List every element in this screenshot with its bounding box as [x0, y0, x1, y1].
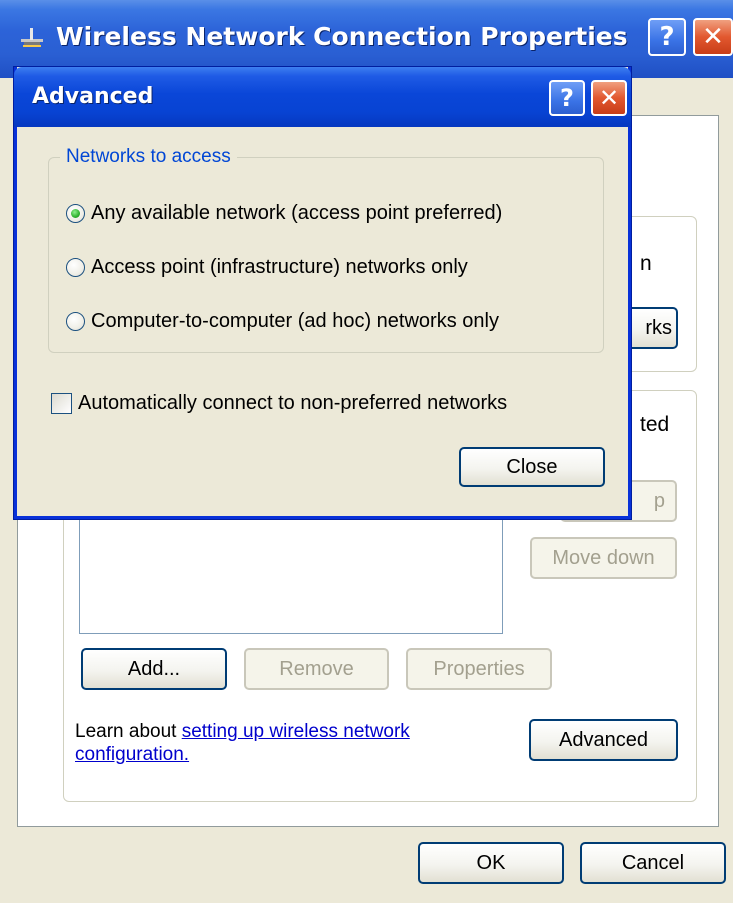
radio-label[interactable]: Access point (infrastructure) networks o… — [91, 256, 468, 279]
advanced-dialog: Advanced ? ✕ Networks to access Any avai… — [14, 67, 631, 519]
auto-connect-label[interactable]: Automatically connect to non-preferred n… — [78, 392, 507, 415]
cancel-button[interactable]: Cancel — [580, 842, 726, 884]
move-down-button[interactable]: Move down — [530, 537, 677, 579]
radio-button[interactable] — [66, 311, 85, 331]
radio-access-point-only[interactable]: Access point (infrastructure) networks o… — [66, 254, 468, 280]
help-button[interactable]: ? — [648, 18, 686, 56]
close-button[interactable]: ✕ — [693, 18, 733, 56]
advanced-button[interactable]: Advanced — [529, 719, 678, 761]
dialog-title-bar[interactable]: Advanced ? ✕ — [14, 67, 631, 127]
auto-connect-option[interactable]: Automatically connect to non-preferred n… — [51, 392, 507, 415]
radio-button-checked[interactable] — [66, 203, 85, 223]
help-button[interactable]: ? — [549, 80, 585, 116]
window-title: Wireless Network Connection Properties — [56, 22, 628, 51]
partial-text: ted — [640, 413, 670, 436]
radio-button[interactable] — [66, 257, 85, 277]
close-dialog-button[interactable]: Close — [459, 447, 605, 487]
radio-ad-hoc-only[interactable]: Computer-to-computer (ad hoc) networks o… — [66, 308, 499, 334]
group-title: Networks to access — [60, 146, 237, 168]
learn-about-text: Learn about setting up wireless network … — [75, 720, 505, 766]
partial-text: n — [640, 252, 652, 275]
dialog-title: Advanced — [32, 84, 154, 109]
learn-prefix: Learn about — [75, 721, 182, 742]
radio-label[interactable]: Computer-to-computer (ad hoc) networks o… — [91, 310, 499, 333]
radio-any-network[interactable]: Any available network (access point pref… — [66, 200, 502, 226]
ok-button[interactable]: OK — [418, 842, 564, 884]
radio-label[interactable]: Any available network (access point pref… — [91, 202, 502, 225]
close-button[interactable]: ✕ — [591, 80, 627, 116]
add-button[interactable]: Add... — [81, 648, 227, 690]
remove-button[interactable]: Remove — [244, 648, 389, 690]
auto-connect-checkbox[interactable] — [51, 393, 72, 414]
properties-button[interactable]: Properties — [406, 648, 552, 690]
wireless-network-icon — [21, 28, 43, 47]
